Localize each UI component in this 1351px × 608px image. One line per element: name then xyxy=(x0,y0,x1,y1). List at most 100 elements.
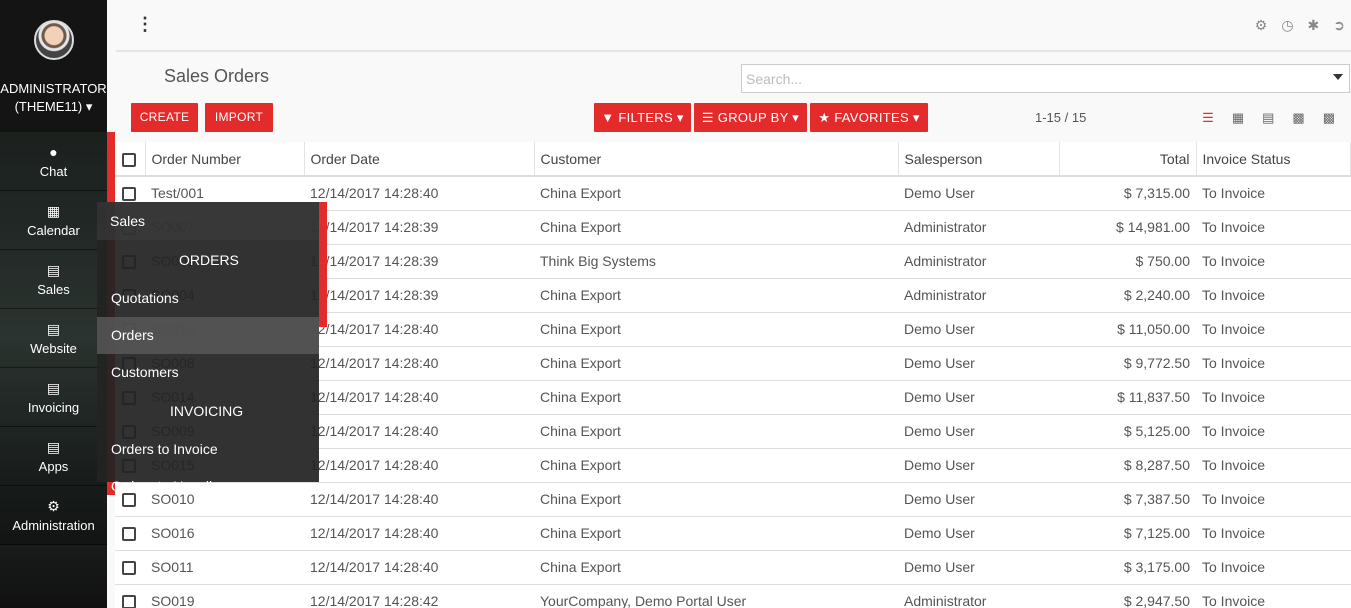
invoice-status-cell: To Invoice xyxy=(1196,482,1351,517)
invoice-status-cell: To Invoice xyxy=(1196,584,1351,608)
file-icon: ▤ xyxy=(46,321,61,337)
order-date-cell: 12/14/2017 14:28:40 xyxy=(304,380,534,415)
import-button[interactable]: IMPORT xyxy=(205,103,273,132)
caret-down-icon: ▾ xyxy=(85,99,93,114)
select-all-cell xyxy=(115,142,146,177)
order-date-cell: 12/14/2017 14:28:40 xyxy=(304,346,534,381)
sidebar-item-label: Sales xyxy=(37,282,70,297)
page-title: Sales Orders xyxy=(164,66,270,86)
invoice-status-cell: To Invoice xyxy=(1196,312,1351,347)
total-cell: $ 14,981.00 xyxy=(1059,210,1196,245)
gear-icon[interactable]: ⚙ xyxy=(1255,17,1268,34)
col-order-number[interactable]: Order Number xyxy=(145,142,305,177)
sidebar-item-label: Chat xyxy=(39,164,68,179)
sidebar-item-invoicing[interactable]: ▤ Invoicing xyxy=(0,368,107,427)
calendar-view-icon[interactable]: ▤ xyxy=(1262,110,1274,126)
table-row[interactable]: SO011 12/14/2017 14:28:40 China Export Demo… xyxy=(115,550,1351,585)
row-checkbox[interactable] xyxy=(122,527,136,542)
graph-view-icon[interactable]: ▩ xyxy=(1323,110,1335,126)
table-row[interactable]: SO016 12/14/2017 14:28:40 China Export Demo… xyxy=(115,516,1351,551)
customer-cell: China Export xyxy=(534,550,898,585)
bug-icon[interactable]: ✱ xyxy=(1308,17,1320,34)
chat-icon: ● xyxy=(49,144,58,160)
username-label[interactable]: ADMINISTRATOR (THEME11) ▾ xyxy=(0,80,107,116)
sidebar-item-administration[interactable]: ⚙ Administration xyxy=(0,486,107,545)
gear-icon: ⚙ xyxy=(47,498,60,514)
sidebar-item-sales[interactable]: ▤ Sales xyxy=(0,250,107,309)
pivot-view-icon[interactable]: ▩ xyxy=(1292,110,1304,126)
file-icon: ▤ xyxy=(46,262,61,278)
table-row[interactable]: SO019 12/14/2017 14:28:42 YourCompany, Dem… xyxy=(115,584,1351,608)
search-dropdown-icon[interactable] xyxy=(1333,74,1343,80)
app-sidebar: ADMINISTRATOR (THEME11) ▾ ● Chat ▦ Calen… xyxy=(0,0,107,608)
row-checkbox[interactable] xyxy=(122,595,136,608)
menu-toggle-icon[interactable]: ⋮ xyxy=(136,14,154,35)
avatar[interactable] xyxy=(33,20,74,60)
invoice-status-cell: To Invoice xyxy=(1196,380,1351,415)
sidebar-item-website[interactable]: ▤ Website xyxy=(0,309,107,368)
invoice-status-cell: To Invoice xyxy=(1196,550,1351,585)
view-switcher: ☰ ▦ ▤ ▩ ▩ xyxy=(1202,110,1335,126)
col-salesperson[interactable]: Salesperson xyxy=(898,142,1060,177)
sidebar-item-apps[interactable]: ▤ Apps xyxy=(0,427,107,486)
col-invoice-status[interactable]: Invoice Status xyxy=(1196,142,1351,177)
sidebar-item-calendar[interactable]: ▦ Calendar xyxy=(0,191,107,250)
total-cell: $ 2,947.50 xyxy=(1059,584,1196,608)
salesperson-cell: Demo User xyxy=(898,550,1059,585)
group-by-button[interactable]: ☰ GROUP BY ▾ xyxy=(694,103,807,132)
filters-button[interactable]: ▼ FILTERS ▾ xyxy=(594,103,691,132)
select-all-checkbox[interactable] xyxy=(122,152,136,167)
search-input[interactable]: Search... xyxy=(741,64,1350,93)
list-view-icon[interactable]: ☰ xyxy=(1202,110,1214,126)
sidebar-item-chat[interactable]: ● Chat xyxy=(0,132,107,191)
menu-item-customers[interactable]: Customers xyxy=(97,354,319,391)
salesperson-cell: Administrator xyxy=(898,278,1059,313)
favorites-label: FAVORITES xyxy=(834,110,909,125)
order-date-cell: 12/14/2017 14:28:40 xyxy=(304,482,534,517)
invoice-status-cell: To Invoice xyxy=(1196,278,1351,313)
customer-cell: China Export xyxy=(534,516,898,551)
total-cell: $ 7,125.00 xyxy=(1059,516,1196,551)
kanban-view-icon[interactable]: ▦ xyxy=(1232,110,1244,126)
col-total[interactable]: Total xyxy=(1059,142,1197,177)
pager-value[interactable]: 1-15 / 15 xyxy=(1035,110,1086,125)
order-date-cell: 12/14/2017 14:28:40 xyxy=(304,516,534,551)
favorites-button[interactable]: ★ FAVORITES ▾ xyxy=(810,103,928,132)
menu-item-orders-to-invoice[interactable]: Orders to Invoice xyxy=(97,431,319,468)
total-cell: $ 11,837.50 xyxy=(1059,380,1196,415)
menu-item-orders-to-upsell[interactable]: Orders to Upsell xyxy=(97,468,319,505)
menu-item-orders[interactable]: Orders xyxy=(97,317,319,354)
salesperson-cell: Administrator xyxy=(898,210,1059,245)
groupby-label: GROUP BY xyxy=(717,110,789,125)
user-profile[interactable]: ADMINISTRATOR (THEME11) ▾ xyxy=(0,0,107,132)
order-date-cell: 12/14/2017 14:28:40 xyxy=(304,176,534,211)
customer-cell: China Export xyxy=(534,448,898,483)
caret-down-icon: ▾ xyxy=(912,110,920,125)
order-number-cell: SO016 xyxy=(145,516,304,551)
salesperson-cell: Demo User xyxy=(898,176,1059,211)
logout-icon[interactable]: ➲ xyxy=(1333,17,1345,34)
customer-cell: China Export xyxy=(534,312,898,347)
salesperson-cell: Demo User xyxy=(898,482,1059,517)
invoice-status-cell: To Invoice xyxy=(1196,516,1351,551)
col-order-date[interactable]: Order Date xyxy=(304,142,535,177)
order-number-cell: SO019 xyxy=(145,584,304,608)
col-customer[interactable]: Customer xyxy=(534,142,899,177)
menu-item-quotations[interactable]: Quotations xyxy=(97,280,319,317)
file-icon: ▤ xyxy=(46,439,61,455)
menu-header[interactable]: Sales xyxy=(97,202,319,240)
row-checkbox[interactable] xyxy=(122,187,136,202)
row-select-cell xyxy=(115,584,145,608)
total-cell: $ 7,315.00 xyxy=(1059,176,1196,211)
salesperson-cell: Demo User xyxy=(898,312,1059,347)
invoice-status-cell: To Invoice xyxy=(1196,176,1351,211)
create-button[interactable]: CREATE xyxy=(131,103,198,132)
list-icon: ☰ xyxy=(701,110,714,125)
salesperson-cell: Demo User xyxy=(898,380,1059,415)
row-select-cell xyxy=(115,516,145,551)
salesperson-cell: Demo User xyxy=(898,448,1059,483)
order-number-cell: SO011 xyxy=(145,550,304,585)
clock-icon[interactable]: ◷ xyxy=(1281,17,1293,34)
row-checkbox[interactable] xyxy=(122,561,136,576)
topbar-icons: ⚙ ◷ ✱ ➲ xyxy=(1255,17,1345,34)
